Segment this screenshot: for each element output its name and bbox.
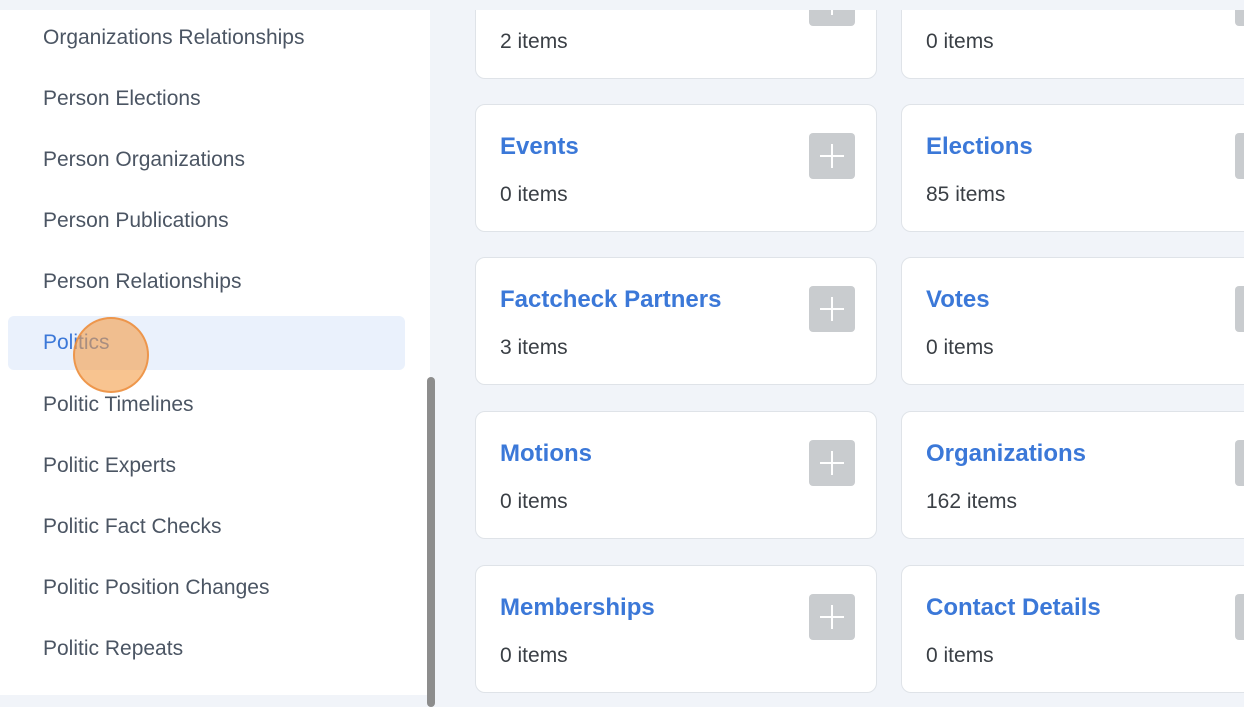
sidebar-item-label: Person Publications xyxy=(43,209,229,232)
resource-grid: 2 items 0 items Events 0 items Elections… xyxy=(435,10,1244,695)
resource-card-contact-details[interactable]: Contact Details 0 items xyxy=(901,565,1244,693)
card-title[interactable]: Elections xyxy=(926,133,1033,161)
resource-card-votes[interactable]: Votes 0 items xyxy=(901,257,1244,385)
sidebar-item-person-elections[interactable]: Person Elections xyxy=(8,72,405,126)
sidebar-item-politics[interactable]: Politics xyxy=(8,316,405,370)
resource-card-motions[interactable]: Motions 0 items xyxy=(475,411,877,539)
card-count: 85 items xyxy=(926,183,1006,206)
card-count: 162 items xyxy=(926,490,1018,513)
sidebar-item-politic-position-changes[interactable]: Politic Position Changes xyxy=(8,561,405,615)
sidebar-item-organizations-relationships[interactable]: Organizations Relationships xyxy=(8,11,405,65)
resource-card-memberships[interactable]: Memberships 0 items xyxy=(475,565,877,693)
sidebar-item-label: Person Relationships xyxy=(43,270,242,293)
sidebar-item-label: Politic Position Changes xyxy=(43,576,270,599)
sidebar-item-label: Person Organizations xyxy=(43,148,245,171)
sidebar: Organizations Relationships Person Elect… xyxy=(0,10,430,695)
sidebar-item-label: Organizations Relationships xyxy=(43,26,305,49)
card-title[interactable]: Events xyxy=(500,133,579,161)
card-title[interactable]: Factcheck Partners xyxy=(500,286,721,314)
resource-card[interactable]: 0 items xyxy=(901,10,1244,79)
card-title[interactable]: Organizations xyxy=(926,440,1086,468)
sidebar-item-label: Politic Repeats xyxy=(43,637,184,660)
sidebar-item-politic-experts[interactable]: Politic Experts xyxy=(8,439,405,493)
card-title[interactable]: Memberships xyxy=(500,594,655,622)
resource-card-events[interactable]: Events 0 items xyxy=(475,104,877,232)
card-count: 0 items xyxy=(500,644,568,667)
plus-icon[interactable] xyxy=(809,10,855,26)
card-title[interactable]: Votes xyxy=(926,286,990,314)
sidebar-scrollbar[interactable] xyxy=(427,377,435,707)
plus-icon[interactable] xyxy=(809,440,855,486)
sidebar-item-label: Politic Experts xyxy=(43,454,177,477)
card-count: 0 items xyxy=(926,644,994,667)
card-title[interactable]: Motions xyxy=(500,440,592,468)
plus-icon[interactable] xyxy=(1235,133,1244,179)
card-count: 0 items xyxy=(500,490,568,513)
card-count: 0 items xyxy=(926,336,994,359)
card-count: 0 items xyxy=(926,30,994,53)
sidebar-item-person-relationships[interactable]: Person Relationships xyxy=(8,255,405,309)
plus-icon[interactable] xyxy=(1235,10,1244,26)
card-count: 0 items xyxy=(500,183,568,206)
plus-icon[interactable] xyxy=(1235,594,1244,640)
resource-card-elections[interactable]: Elections 85 items xyxy=(901,104,1244,232)
plus-icon[interactable] xyxy=(809,594,855,640)
card-title[interactable]: Contact Details xyxy=(926,594,1101,622)
sidebar-item-label: Politic Timelines xyxy=(43,393,194,416)
plus-icon[interactable] xyxy=(809,133,855,179)
plus-icon[interactable] xyxy=(809,286,855,332)
sidebar-item-label: Politic Fact Checks xyxy=(43,515,222,538)
sidebar-item-politic-timelines[interactable]: Politic Timelines xyxy=(8,378,405,432)
plus-icon[interactable] xyxy=(1235,440,1244,486)
sidebar-item-person-organizations[interactable]: Person Organizations xyxy=(8,133,405,187)
resource-card-organizations[interactable]: Organizations 162 items xyxy=(901,411,1244,539)
sidebar-item-politic-fact-checks[interactable]: Politic Fact Checks xyxy=(8,500,405,554)
click-indicator xyxy=(73,317,149,393)
card-count: 3 items xyxy=(500,336,568,359)
sidebar-item-person-publications[interactable]: Person Publications xyxy=(8,194,405,248)
resource-card[interactable]: 2 items xyxy=(475,10,877,79)
sidebar-item-politic-repeats[interactable]: Politic Repeats xyxy=(8,622,405,676)
plus-icon[interactable] xyxy=(1235,286,1244,332)
sidebar-item-label: Person Elections xyxy=(43,87,201,110)
card-count: 2 items xyxy=(500,30,568,53)
resource-card-factcheck-partners[interactable]: Factcheck Partners 3 items xyxy=(475,257,877,385)
